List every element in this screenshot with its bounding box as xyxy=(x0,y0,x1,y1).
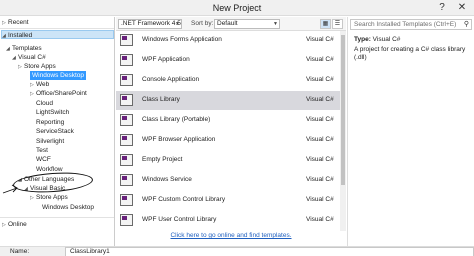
tree-servicestack[interactable]: ServiceStack xyxy=(36,127,74,136)
search-templates-input[interactable]: Search Installed Templates (Ctrl+E) ⚲ xyxy=(350,19,472,30)
template-list-scrollbar[interactable] xyxy=(340,31,346,231)
tree-reporting[interactable]: Reporting xyxy=(36,118,64,127)
user-control-icon xyxy=(120,214,133,226)
custom-control-icon xyxy=(120,194,133,206)
tree-online[interactable]: ▷ Online xyxy=(2,220,27,229)
tree-lightswitch[interactable]: LightSwitch xyxy=(36,108,69,117)
template-item[interactable]: WPF Custom Control Library Visual C# xyxy=(116,191,340,210)
sort-by-label: Sort by: xyxy=(191,20,214,27)
sort-select[interactable]: Default ▼ xyxy=(214,19,280,29)
tree-vb-windows-desktop[interactable]: Windows Desktop xyxy=(42,203,94,212)
portable-library-icon xyxy=(120,114,133,126)
template-item[interactable]: Empty Project Visual C# xyxy=(116,151,340,170)
tree-cloud[interactable]: Cloud xyxy=(36,99,53,108)
template-item[interactable]: Windows Forms Application Visual C# xyxy=(116,31,340,50)
divider xyxy=(0,217,114,218)
title-bar: New Project ? ✕ xyxy=(0,0,474,16)
list-view-button[interactable]: ☰ xyxy=(332,19,343,29)
template-item-selected[interactable]: Class Library Visual C# xyxy=(116,91,340,110)
template-item[interactable]: WPF Browser Application Visual C# xyxy=(116,131,340,150)
template-item[interactable]: WPF Application Visual C# xyxy=(116,51,340,70)
tree-silverlight[interactable]: Silverlight xyxy=(36,137,64,146)
window-title: New Project xyxy=(212,3,262,13)
chevron-down-icon: ▼ xyxy=(273,21,278,27)
template-toolbar: .NET Framework 4.5 ▼ Sort by: Default ▼ ▦ … xyxy=(116,17,346,31)
tree-office-sharepoint[interactable]: ▷ Office/SharePoint xyxy=(30,89,87,98)
empty-project-icon xyxy=(120,154,133,166)
tree-test[interactable]: Test xyxy=(36,146,48,155)
details-pane: Search Installed Templates (Ctrl+E) ⚲ Typ… xyxy=(347,17,474,246)
tree-wcf[interactable]: WCF xyxy=(36,155,51,164)
annotation-arrow-icon xyxy=(2,184,18,194)
project-name-input[interactable]: ClassLibrary1 xyxy=(65,247,474,256)
chevron-down-icon: ▼ xyxy=(175,21,180,27)
template-item[interactable]: Class Library (Portable) Visual C# xyxy=(116,111,340,130)
template-list: Windows Forms Application Visual C# WPF A… xyxy=(116,31,346,230)
search-icon: ⚲ xyxy=(463,21,469,28)
template-item[interactable]: Windows Service Visual C# xyxy=(116,171,340,190)
tree-windows-desktop[interactable]: Windows Desktop xyxy=(30,71,87,80)
framework-select[interactable]: .NET Framework 4.5 ▼ xyxy=(118,19,182,29)
wpf-browser-icon xyxy=(120,134,133,146)
name-label: Name: xyxy=(10,248,30,255)
find-templates-online-link[interactable]: Click here to go online and find templat… xyxy=(116,230,346,242)
class-library-icon xyxy=(120,94,133,106)
wpf-app-icon xyxy=(120,54,133,66)
windows-forms-icon xyxy=(120,34,133,46)
template-item[interactable]: Console Application Visual C# xyxy=(116,71,340,90)
console-app-icon xyxy=(120,74,133,86)
small-icons-view-button[interactable]: ▦ xyxy=(320,19,331,29)
tree-vb-store-apps[interactable]: ▷ Store Apps xyxy=(30,193,68,202)
help-button[interactable]: ? xyxy=(434,1,450,14)
project-name-row: Name: ClassLibrary1 xyxy=(0,246,474,256)
windows-service-icon xyxy=(120,174,133,186)
scrollbar-thumb[interactable] xyxy=(341,35,345,185)
template-type: Type: Visual C# xyxy=(354,36,401,43)
template-item[interactable]: WPF User Control Library Visual C# xyxy=(116,211,340,230)
close-button[interactable]: ✕ xyxy=(452,1,472,14)
tree-web[interactable]: ▷ Web xyxy=(30,80,49,89)
template-description: A project for creating a C# class librar… xyxy=(354,46,466,61)
